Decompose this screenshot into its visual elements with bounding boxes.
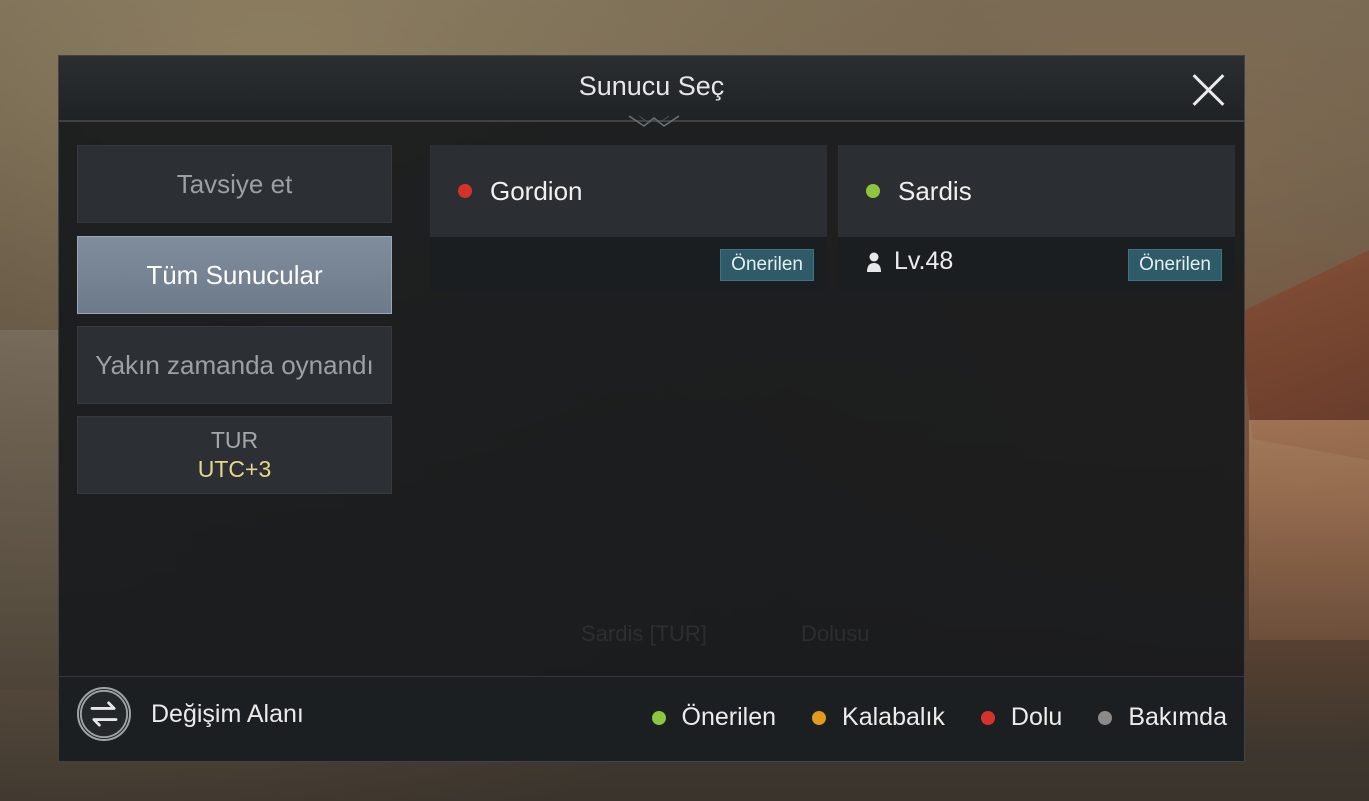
status-dot-full: [458, 184, 472, 198]
background-ship: [0, 330, 60, 690]
dialog-footer: Değişim Alanı Önerilen Kalabalık Dolu Ba…: [59, 676, 1244, 761]
sidebar-item-recently-played[interactable]: Yakın zamanda oynandı: [77, 326, 392, 404]
background-building: [1249, 420, 1369, 640]
player-level: Lv.48: [866, 247, 953, 276]
server-card-sardis[interactable]: Sardis Lv.48 Önerilen: [838, 145, 1235, 291]
server-card-footer: Önerilen: [430, 237, 827, 291]
sidebar-item-label: Yakın zamanda oynandı: [95, 349, 374, 380]
dialog-title: Sunucu Seç: [578, 71, 725, 101]
timezone-label: UTC+3: [197, 456, 272, 482]
server-card-header: Gordion: [430, 145, 827, 237]
close-icon[interactable]: [1190, 72, 1226, 108]
swap-arrows-icon: [77, 687, 131, 741]
sidebar-item-label: Tavsiye et: [176, 168, 293, 199]
server-card-gordion[interactable]: Gordion Önerilen: [430, 145, 827, 291]
background-text: Dolusu: [801, 621, 870, 646]
server-name: Gordion: [490, 175, 583, 206]
player-icon: [867, 252, 881, 272]
header-ornament-icon: [628, 115, 680, 127]
legend-item-busy: Kalabalık: [812, 703, 945, 732]
sidebar-item-label: Tüm Sunucular: [146, 259, 323, 290]
dialog-header: Sunucu Seç: [59, 56, 1244, 127]
exchange-area-label: Değişim Alanı: [151, 699, 304, 728]
legend-label: Önerilen: [681, 703, 777, 731]
legend-dot: [651, 710, 666, 725]
sidebar-item-recommend[interactable]: Tavsiye et: [77, 145, 392, 223]
server-name: Sardis: [898, 175, 972, 206]
exchange-area-button[interactable]: Değişim Alanı: [77, 687, 304, 741]
legend-label: Kalabalık: [842, 703, 945, 731]
legend-label: Bakımda: [1128, 703, 1227, 731]
sidebar-item-all-servers[interactable]: Tüm Sunucular: [77, 236, 392, 314]
legend-item-full: Dolu: [980, 703, 1063, 732]
status-dot-recommended: [866, 184, 880, 198]
legend-item-maintenance: Bakımda: [1098, 703, 1227, 732]
recommended-badge: Önerilen: [1128, 249, 1222, 281]
legend-dot: [812, 710, 827, 725]
background-text: Sardis [TUR]: [581, 621, 707, 646]
server-select-dialog: Sunucu Seç Tavsiye et Tüm Sunucular Yakı…: [58, 55, 1245, 762]
status-legend: Önerilen Kalabalık Dolu Bakımda: [616, 703, 1227, 732]
sidebar-item-region-tur[interactable]: TUR UTC+3: [77, 416, 392, 494]
server-card-footer: Lv.48 Önerilen: [838, 237, 1235, 291]
legend-item-recommended: Önerilen: [651, 703, 777, 732]
sidebar-item-label: TUR: [210, 427, 259, 453]
legend-dot: [1098, 710, 1113, 725]
recommended-badge: Önerilen: [720, 249, 814, 281]
player-level-text: Lv.48: [894, 247, 954, 275]
legend-label: Dolu: [1010, 703, 1063, 731]
server-card-header: Sardis: [838, 145, 1235, 237]
legend-dot: [980, 710, 995, 725]
